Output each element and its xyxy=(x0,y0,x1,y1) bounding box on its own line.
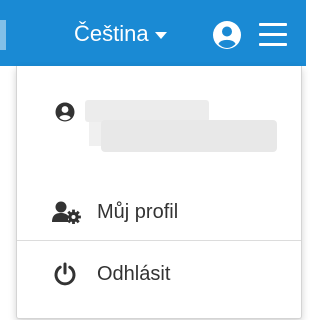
user-info-row xyxy=(17,84,301,184)
menu-divider xyxy=(17,240,301,241)
top-navbar: Čeština xyxy=(0,0,306,66)
logout-label: Odhlásit xyxy=(97,263,171,285)
hamburger-menu-icon[interactable] xyxy=(259,23,289,47)
navbar-left-fragment xyxy=(0,20,6,50)
power-icon xyxy=(54,262,76,286)
language-label: Čeština xyxy=(74,21,149,46)
user-circle-icon xyxy=(55,102,75,122)
user-gear-icon xyxy=(52,201,81,224)
user-circle-icon xyxy=(213,21,241,49)
language-selector[interactable]: Čeština xyxy=(74,20,167,48)
user-dropdown-menu: Můj profil Odhlásit xyxy=(16,66,302,319)
user-menu-button[interactable] xyxy=(212,20,242,50)
redacted-username xyxy=(85,100,209,122)
logout-item[interactable]: Odhlásit xyxy=(17,252,301,298)
caret-down-icon xyxy=(154,32,167,39)
my-profile-item[interactable]: Můj profil xyxy=(17,184,301,240)
my-profile-label: Můj profil xyxy=(97,201,179,223)
redacted-username xyxy=(101,120,277,152)
